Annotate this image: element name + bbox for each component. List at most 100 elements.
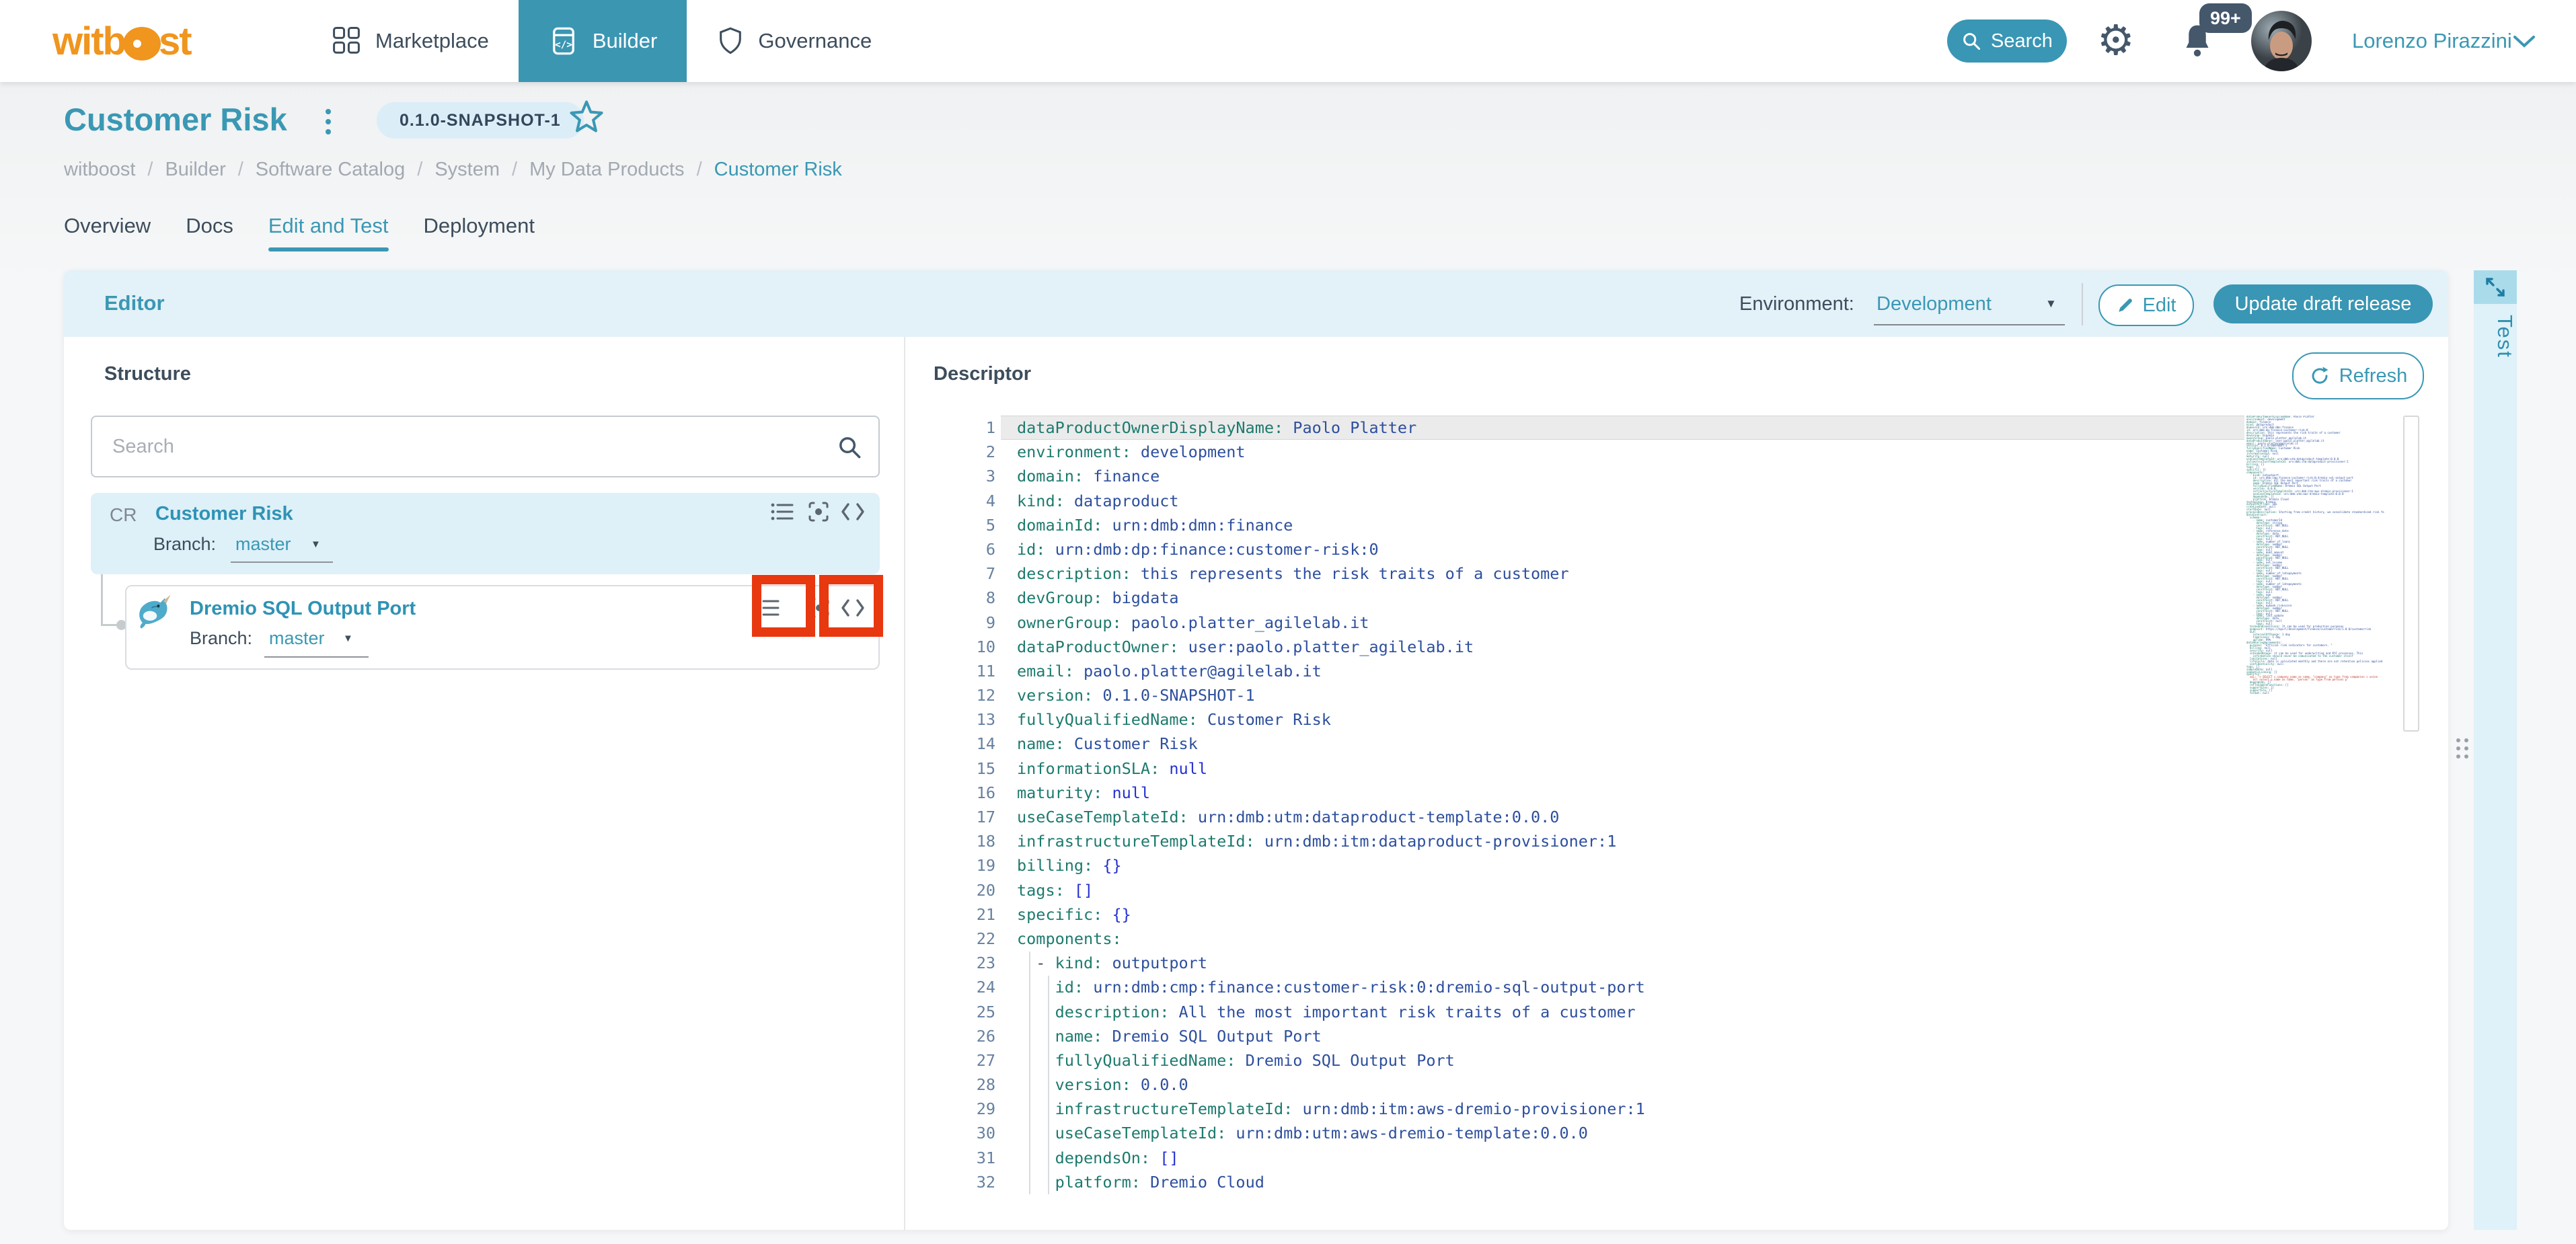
child-branch-caret-icon[interactable]: ▼ <box>343 633 353 644</box>
yaml-line: 20 tags: [] <box>976 880 1094 900</box>
child-branch-select[interactable]: master <box>269 628 325 649</box>
user-menu-chevron-down-icon[interactable] <box>2513 35 2536 48</box>
breadcrumb-item[interactable]: System <box>434 159 500 181</box>
annotation-box-list-icon <box>752 575 815 637</box>
expand-test-panel-button[interactable] <box>2474 270 2517 304</box>
breadcrumb-item[interactable]: Software Catalog <box>256 159 405 181</box>
root-branch-select[interactable]: master <box>235 534 291 555</box>
logo-text-right: st <box>158 19 192 63</box>
tab-overview[interactable]: Overview <box>64 214 151 247</box>
logo-blob <box>122 27 161 61</box>
builder-icon: </> <box>548 26 579 56</box>
tab-test[interactable]: Test <box>2474 315 2517 358</box>
page-tabs: Overview Docs Edit and Test Deployment <box>64 214 535 251</box>
yaml-line: 29 infrastructureTemplateId: urn:dmb:itm… <box>976 1099 1645 1119</box>
tab-deployment[interactable]: Deployment <box>424 214 535 247</box>
nav-item-label: Builder <box>592 29 658 52</box>
refresh-button-label: Refresh <box>2339 364 2408 387</box>
yaml-line: 25 description: All the most important r… <box>976 1002 1636 1021</box>
tab-docs[interactable]: Docs <box>186 214 233 247</box>
structure-heading: Structure <box>104 363 191 385</box>
yaml-line: 22 components: <box>976 929 1122 948</box>
yaml-line: 28 version: 0.0.0 <box>976 1075 1188 1095</box>
edit-button[interactable]: Edit <box>2098 284 2194 326</box>
user-name[interactable]: Lorenzo Pirazzini <box>2352 0 2512 82</box>
breadcrumb-item[interactable]: My Data Products <box>529 159 684 181</box>
page-title: Customer Risk <box>64 102 287 137</box>
editor-header-band <box>64 270 2448 337</box>
yaml-line: 27 fullyQualifiedName: Dremio SQL Output… <box>976 1050 1455 1070</box>
environment-label: Environment: <box>1739 293 1854 315</box>
yaml-line: 31 dependsOn: [] <box>976 1148 1179 1167</box>
root-focus-icon[interactable] <box>806 500 831 524</box>
shield-icon <box>716 26 745 56</box>
branch-underline <box>231 561 333 563</box>
logo-text-left: witb <box>52 19 126 63</box>
breadcrumb-item[interactable]: witboost <box>64 159 135 181</box>
root-code-icon[interactable] <box>841 500 865 524</box>
title-kebab-menu-icon[interactable] <box>326 109 331 134</box>
nav-item-builder[interactable]: </> Builder <box>518 0 687 82</box>
yaml-editor[interactable]: 1 dataProductOwnerDisplayName: Paolo Plat… <box>934 416 2423 1222</box>
update-draft-release-button[interactable]: Update draft release <box>2213 284 2433 323</box>
node-title[interactable]: Dremio SQL Output Port <box>190 598 416 620</box>
yaml-line: 4 kind: dataproduct <box>985 491 1179 510</box>
yaml-line: 3 domain: finance <box>985 467 1160 486</box>
yaml-line: 13 fullyQualifiedName: Customer Risk <box>976 710 1331 730</box>
editor-scrollbar[interactable] <box>2403 416 2419 732</box>
yaml-line: 14 name: Customer Risk <box>976 734 1198 754</box>
yaml-line: 32 platform: Dremio Cloud <box>976 1172 1264 1192</box>
dremio-dolphin-icon <box>135 592 174 631</box>
environment-select[interactable]: Development <box>1877 293 1992 315</box>
main-nav: Marketplace </> Builder Governance <box>301 0 901 82</box>
refresh-button[interactable]: Refresh <box>2292 352 2424 399</box>
witboost-logo[interactable]: witb st <box>52 0 192 82</box>
search-icon <box>1961 31 1981 51</box>
yaml-line: 12 version: 0.1.0-SNAPSHOT-1 <box>976 686 1255 705</box>
node-title[interactable]: Customer Risk <box>155 503 293 525</box>
editor-minimap[interactable]: dataProductOwnerDisplayName: Paolo Platt… <box>2246 416 2384 695</box>
nav-item-label: Governance <box>758 29 872 52</box>
root-branch-caret-icon[interactable]: ▼ <box>311 539 321 550</box>
yaml-line: 30 useCaseTemplateId: urn:dmb:utm:aws-dr… <box>976 1124 1588 1143</box>
branch-label: Branch: <box>153 534 217 554</box>
breadcrumb-item: Customer Risk <box>714 159 842 180</box>
nav-item-marketplace[interactable]: Marketplace <box>301 0 519 82</box>
yaml-line: 19 billing: {} <box>976 856 1122 876</box>
structure-search-input[interactable] <box>111 422 820 471</box>
editor-heading: Editor <box>104 291 165 315</box>
yaml-line: 17 useCaseTemplateId: urn:dmb:utm:datapro… <box>976 808 1560 826</box>
breadcrumb-separator: / <box>512 159 518 180</box>
root-list-icon[interactable] <box>770 500 794 524</box>
breadcrumb-item[interactable]: Builder <box>165 159 225 181</box>
yaml-line: 11 email: paolo.platter@agilelab.it <box>976 661 1322 681</box>
global-search-button[interactable]: Search <box>1947 20 2067 63</box>
yaml-line: 16 maturity: null <box>976 783 1151 802</box>
resize-grip[interactable] <box>2456 738 2468 759</box>
structure-search-icon[interactable] <box>837 434 862 460</box>
tree-node-customer-risk[interactable]: CR Customer Risk Branch: master ▼ <box>91 493 880 574</box>
nav-item-governance[interactable]: Governance <box>687 0 901 82</box>
user-avatar[interactable] <box>2251 11 2312 71</box>
settings-gear-icon[interactable]: ⚙ <box>2097 15 2135 67</box>
minimap-line: endpoint: https://myurl/development/fina… <box>2246 627 2372 631</box>
tab-edit-and-test[interactable]: Edit and Test <box>268 214 389 251</box>
breadcrumb: witboost / Builder / Software Catalog / System… <box>64 159 842 181</box>
yaml-line: 9 ownerGroup: paolo.platter_agilelab.it <box>985 613 1369 632</box>
indent-guide <box>1029 951 1030 1194</box>
environment-caret-down-icon[interactable]: ▼ <box>2045 297 2057 311</box>
test-drawer: Test <box>2474 270 2517 1230</box>
environment-select-underline <box>1874 324 2065 325</box>
search-button-label: Search <box>1991 30 2053 52</box>
yaml-line: 24 id: urn:dmb:cmp:finance:customer-risk… <box>976 978 1645 997</box>
top-navbar: witb st Marketplace </> Builder Governan… <box>0 0 2576 82</box>
node-kind-badge: CR <box>110 504 137 525</box>
yaml-line: 2 environment: development <box>985 442 1246 462</box>
yaml-line: 18 infrastructureTemplateId: urn:dmb:itm:… <box>976 832 1617 851</box>
app-root: witb st Marketplace </> Builder Governan… <box>0 0 2576 1244</box>
yaml-line: 23 - kind: outputport <box>976 954 1207 973</box>
yaml-line: 6 id: urn:dmb:dp:finance:customer-risk:0 <box>985 539 1379 559</box>
favorite-star-icon[interactable] <box>568 100 605 134</box>
breadcrumb-separator: / <box>147 159 153 180</box>
expand-arrows-icon <box>2483 275 2507 299</box>
